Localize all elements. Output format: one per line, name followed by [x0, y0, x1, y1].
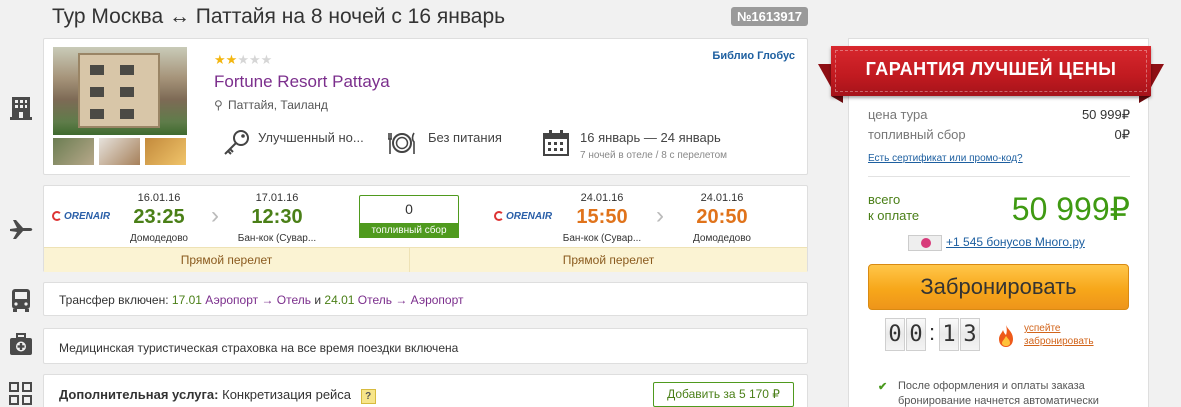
return-depart-airport: Бан-кок (Сувар...	[562, 233, 642, 244]
check-icon: ✔	[878, 381, 888, 393]
hotel-thumb[interactable]	[99, 138, 140, 165]
return-arrive-time: 20:50	[696, 206, 748, 228]
fuel-surcharge-box: 0 топливный сбор	[359, 195, 459, 238]
hotel-thumb[interactable]	[53, 138, 94, 165]
depart-airport: Домодедово	[130, 233, 188, 244]
fire-icon	[999, 325, 1013, 347]
airline-logo-return: ORENAIR	[494, 211, 552, 222]
fuel-price-value: 0₽	[1114, 127, 1130, 142]
best-price-ribbon: ГАРАНТИЯ ЛУЧШЕЙ ЦЕНЫ	[818, 46, 1164, 103]
book-button[interactable]: Забронировать	[868, 264, 1129, 310]
timer-digit: 0	[906, 318, 926, 351]
transfer-text: Трансфер включен: 17.01 Аэропорт → Отель…	[59, 293, 464, 307]
arrive-date: 17.01.16	[255, 192, 299, 204]
promo-code-link[interactable]: Есть сертификат или промо-код?	[868, 153, 1023, 164]
tour-id-badge: №1613917	[731, 7, 808, 26]
return-depart-time: 15:50	[576, 206, 628, 228]
tour-price-row: цена тура 50 999₽	[868, 107, 1130, 122]
best-price-label: ГАРАНТИЯ ЛУЧШЕЙ ЦЕНЫ	[865, 59, 1117, 79]
timer-digit: 3	[960, 318, 980, 351]
extra-service-text: Дополнительная услуга: Конкретизация рей…	[59, 387, 376, 404]
chevron-right-icon: ›	[211, 202, 219, 229]
hotel-stars: ★★★★★	[214, 52, 273, 67]
timer-digit: 1	[939, 318, 959, 351]
plane-icon	[10, 220, 33, 239]
hotel-photo[interactable]	[53, 47, 187, 135]
depart-date: 16.01.16	[137, 192, 181, 204]
return-depart-date: 24.01.16	[580, 192, 624, 204]
insurance-text: Медицинская туристическая страховка на в…	[59, 341, 459, 355]
total-label: всего к оплате	[868, 192, 920, 223]
direct-flight-return: Прямой перелет	[410, 247, 807, 272]
tour-dates: 16 январь — 24 январь	[580, 130, 721, 145]
return-arrive-airport: Домодедово	[693, 233, 751, 244]
help-icon[interactable]: ?	[360, 389, 376, 404]
depart-time: 23:25	[133, 206, 185, 228]
chevron-right-icon: ›	[656, 202, 664, 229]
hotel-thumb[interactable]	[145, 138, 186, 165]
return-arrive-date: 24.01.16	[700, 192, 744, 204]
add-service-button[interactable]: Добавить за 5 170 ₽	[653, 382, 794, 407]
insurance-card: Медицинская туристическая страховка на в…	[43, 328, 808, 364]
arrive-time: 12:30	[251, 206, 303, 228]
hotel-name[interactable]: Fortune Resort Pattaya	[214, 72, 390, 92]
tour-nights: 7 ночей в отеле / 8 с перелетом	[580, 150, 728, 161]
tour-price-value: 50 999₽	[1081, 107, 1130, 122]
medkit-icon	[10, 333, 32, 355]
bus-icon	[12, 289, 30, 312]
direct-flight-outbound: Прямой перелет	[44, 247, 410, 272]
tour-page: Тур Москва ↔ Паттайя на 8 ночей с 16 янв…	[0, 0, 1181, 407]
grid-icon	[9, 382, 32, 405]
pin-icon: ⚲	[214, 98, 223, 112]
key-icon	[224, 130, 249, 155]
hotel-icon	[10, 97, 32, 120]
timer-digit: 0	[885, 318, 905, 351]
room-type: Улучшенный но...	[258, 130, 364, 145]
transfer-card: Трансфер включен: 17.01 Аэропорт → Отель…	[43, 282, 808, 316]
mnogo-logo-icon	[908, 235, 942, 251]
flight-card: ORENAIR 16.01.16 23:25 Домодедово › 17.0…	[43, 185, 808, 272]
divider	[868, 176, 1130, 177]
bonus-row: +1 545 бонусов Много.ру	[908, 235, 1085, 251]
meal-type: Без питания	[428, 130, 502, 145]
fuel-value: 0	[405, 201, 413, 217]
arrive-airport: Бан-кок (Сувар...	[237, 233, 317, 244]
airline-logo-outbound: ORENAIR	[52, 211, 110, 222]
timer-colon: :	[929, 320, 936, 345]
fuel-price-row: топливный сбор 0₽	[868, 127, 1130, 142]
hotel-card: ★★★★★ Fortune Resort Pattaya ⚲ Паттайя, Т…	[43, 38, 808, 175]
hurry-link[interactable]: успейте забронировать	[1024, 322, 1094, 348]
extra-service-card: Дополнительная услуга: Конкретизация рей…	[43, 374, 808, 407]
bonus-link[interactable]: +1 545 бонусов Много.ру	[946, 235, 1085, 249]
page-title: Тур Москва ↔ Паттайя на 8 ночей с 16 янв…	[52, 5, 506, 28]
calendar-icon	[543, 130, 569, 156]
hotel-location: ⚲ Паттайя, Таиланд	[214, 98, 328, 112]
fuel-label: топливный сбор	[359, 223, 459, 238]
plate-icon	[388, 132, 415, 154]
tour-operator: Библио Глобус	[712, 50, 795, 62]
total-price: 50 999₽	[1011, 191, 1130, 227]
